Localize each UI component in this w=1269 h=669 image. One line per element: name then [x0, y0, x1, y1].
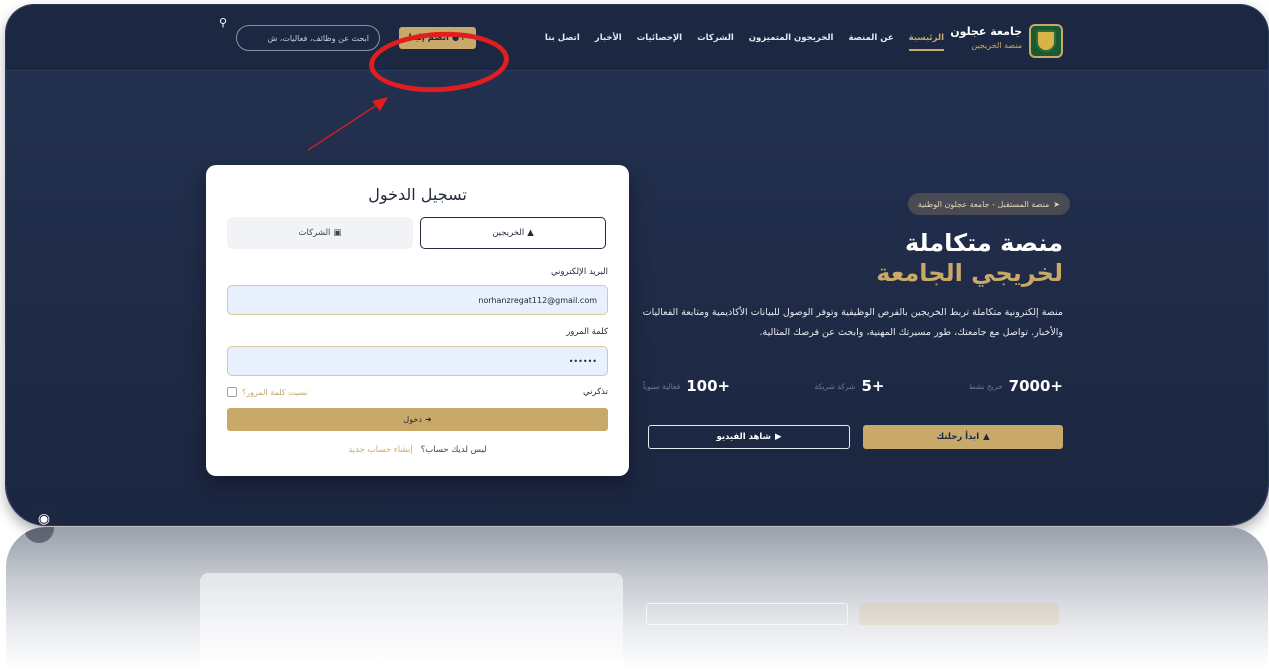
email-field[interactable] [227, 285, 608, 315]
no-account-text: ليس لديك حساب؟ [420, 445, 487, 455]
create-account-link[interactable]: إنشاء حساب جديد [348, 445, 412, 455]
start-journey-button[interactable]: ابدأ رحلتك ▲ [863, 425, 1063, 449]
window-reflection [6, 527, 1268, 669]
stat-label: خريج نشط [968, 381, 1003, 391]
stat-value: 7000+ [1008, 377, 1063, 395]
signup-row: ليس لديك حساب؟ إنشاء حساب جديد [206, 445, 629, 455]
nav-home[interactable]: الرئيسية [908, 33, 945, 51]
graduation-cap-icon: ▲ [983, 432, 990, 442]
watch-video-label: شاهد الفيديو [716, 432, 771, 442]
watch-video-button[interactable]: شاهد الفيديو ▶ [648, 425, 850, 449]
stat-value: 5+ [861, 377, 885, 395]
password-label: كلمة المرور [566, 327, 608, 337]
reflection-start-button [859, 603, 1059, 625]
stat-graduates: 7000+ خريج نشط [969, 377, 1063, 395]
annotation-arrow [307, 97, 388, 151]
brand-title: جامعة عجلون [950, 25, 1022, 38]
hero-stats: 7000+ خريج نشط 5+ شركة شريكة 100+ فعالية… [643, 377, 1063, 395]
hero-badge: ➤ منصة المستقبل - جامعة عجلون الوطنية [907, 193, 1070, 215]
hero-title-line1: منصة متكاملة [904, 229, 1063, 257]
screenshot-stage: جامعة عجلون منصة الخريجين الرئيسية عن ال… [0, 0, 1269, 669]
nav-news[interactable]: الأخبار [595, 33, 622, 51]
building-icon: ▣ [333, 228, 342, 238]
forgot-password-row: نسيت كلمة المرور؟ [227, 387, 308, 397]
reflection-chat [24, 527, 54, 543]
stat-companies: 5+ شركة شريكة [814, 377, 884, 395]
sign-in-icon: ➜ [424, 415, 432, 424]
tab-graduates-label: الخريجين [492, 228, 525, 238]
nav-featured-graduates[interactable]: الخريجون المتميزون [749, 33, 834, 51]
hero-badge-text: منصة المستقبل - جامعة عجلون الوطنية [917, 199, 1050, 209]
forgot-password-link[interactable]: نسيت كلمة المرور؟ [242, 388, 308, 397]
tab-companies-label: الشركات [298, 228, 331, 238]
rocket-icon: ➤ [1053, 199, 1060, 209]
tab-graduates[interactable]: الخريجين ▲ [420, 217, 606, 249]
stat-label: فعالية سنوياً [643, 381, 681, 391]
shield-icon [1036, 30, 1056, 52]
stat-label: شركة شريكة [814, 381, 856, 391]
chat-icon[interactable]: ◉ [24, 499, 64, 525]
graduation-cap-icon: ▲ [527, 228, 534, 238]
nav-companies[interactable]: الشركات [697, 33, 734, 51]
login-submit-label: دخول [403, 415, 422, 424]
search-icon[interactable]: ⚲ [219, 16, 227, 29]
remember-me-label: تذكرني [582, 387, 608, 397]
navbar: جامعة عجلون منصة الخريجين الرئيسية عن ال… [6, 5, 1268, 71]
app-window: جامعة عجلون منصة الخريجين الرئيسية عن ال… [6, 5, 1268, 525]
nav-contact[interactable]: اتصل بنا [545, 33, 580, 51]
nav-statistics[interactable]: الإحصائيات [637, 33, 682, 51]
nav-about[interactable]: عن المنصة [848, 33, 893, 51]
play-icon: ▶ [774, 432, 782, 442]
login-submit-button[interactable]: دخول ➜ [227, 408, 608, 431]
login-title: تسجيل الدخول [368, 185, 467, 204]
reflection-video-button [646, 603, 848, 625]
hero-description: منصة إلكترونية متكاملة تربط الخريجين بال… [642, 307, 1063, 338]
stat-value: 100+ [686, 377, 731, 395]
reflection-card [200, 573, 623, 669]
university-logo[interactable] [1029, 24, 1063, 58]
password-field[interactable] [227, 346, 608, 376]
hero-title-line2: لخريجي الجامعة [876, 259, 1063, 287]
search-input[interactable] [236, 25, 380, 51]
brand-subtitle: منصة الخريجين [971, 41, 1022, 50]
tab-companies[interactable]: الشركات ▣ [227, 217, 413, 249]
remember-me-checkbox[interactable] [227, 387, 237, 397]
stat-events: 100+ فعالية سنوياً [643, 377, 730, 395]
start-journey-label: ابدأ رحلتك [936, 432, 980, 442]
email-label: البريد الإلكتروني [550, 267, 608, 277]
login-card: تسجيل الدخول الخريجين ▲ الشركات ▣ البريد… [206, 165, 629, 476]
nav-links: الرئيسية عن المنصة الخريجون المتميزون ال… [545, 33, 945, 51]
